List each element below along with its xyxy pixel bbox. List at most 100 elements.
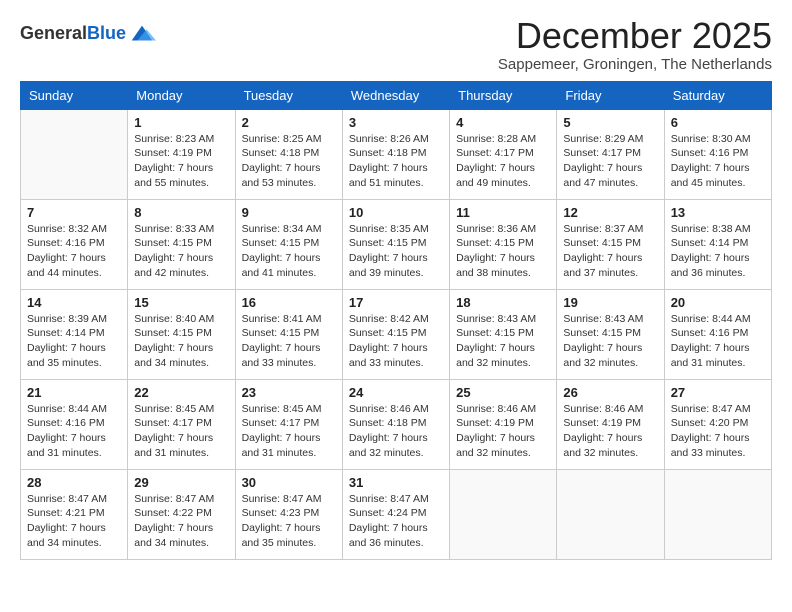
day-number: 29 <box>134 475 228 490</box>
logo-icon <box>128 20 156 48</box>
day-info: Sunrise: 8:44 AMSunset: 4:16 PMDaylight:… <box>671 312 765 371</box>
calendar-cell: 3Sunrise: 8:26 AMSunset: 4:18 PMDaylight… <box>342 109 449 199</box>
calendar-cell: 19 Sunrise: 8:43 AMSunset: 4:15 PMDayligh… <box>557 289 664 379</box>
day-number: 26 <box>563 385 657 400</box>
day-info: Sunrise: 8:46 AMSunset: 4:19 PMDaylight:… <box>456 402 550 461</box>
calendar-cell: 27 Sunrise: 8:47 AMSunset: 4:20 PMDayligh… <box>664 379 771 469</box>
day-number: 15 <box>134 295 228 310</box>
day-info: Sunrise: 8:46 AMSunset: 4:19 PMDaylight:… <box>563 402 657 461</box>
day-info: Sunrise: 8:40 AMSunset: 4:15 PMDaylight:… <box>134 312 228 371</box>
calendar-week-4: 21 Sunrise: 8:44 AMSunset: 4:16 PMDayligh… <box>21 379 772 469</box>
day-number: 9 <box>242 205 336 220</box>
calendar-cell <box>450 469 557 559</box>
calendar-cell: 23Sunrise: 8:45 AMSunset: 4:17 PMDayligh… <box>235 379 342 469</box>
calendar-cell: 6Sunrise: 8:30 AMSunset: 4:16 PMDaylight… <box>664 109 771 199</box>
day-info: Sunrise: 8:47 AMSunset: 4:21 PMDaylight:… <box>27 492 121 551</box>
weekday-header-sunday: Sunday <box>21 81 128 109</box>
calendar-cell: 20 Sunrise: 8:44 AMSunset: 4:16 PMDayligh… <box>664 289 771 379</box>
day-info: Sunrise: 8:44 AMSunset: 4:16 PMDaylight:… <box>27 402 121 461</box>
calendar-cell: 26 Sunrise: 8:46 AMSunset: 4:19 PMDayligh… <box>557 379 664 469</box>
day-number: 10 <box>349 205 443 220</box>
day-info: Sunrise: 8:45 AMSunset: 4:17 PMDaylight:… <box>134 402 228 461</box>
day-info: Sunrise: 8:26 AMSunset: 4:18 PMDaylight:… <box>349 132 443 191</box>
logo: GeneralBlue <box>20 20 156 48</box>
calendar-cell: 8 Sunrise: 8:33 AMSunset: 4:15 PMDaylight… <box>128 199 235 289</box>
day-number: 31 <box>349 475 443 490</box>
logo-general-text: General <box>20 23 87 43</box>
calendar-cell: 16 Sunrise: 8:41 AMSunset: 4:15 PMDayligh… <box>235 289 342 379</box>
calendar-cell: 4 Sunrise: 8:28 AMSunset: 4:17 PMDaylight… <box>450 109 557 199</box>
day-info: Sunrise: 8:38 AMSunset: 4:14 PMDaylight:… <box>671 222 765 281</box>
day-info: Sunrise: 8:37 AMSunset: 4:15 PMDaylight:… <box>563 222 657 281</box>
calendar-cell: 11Sunrise: 8:36 AMSunset: 4:15 PMDayligh… <box>450 199 557 289</box>
calendar-cell <box>664 469 771 559</box>
location-subtitle: Sappemeer, Groningen, The Netherlands <box>498 56 772 73</box>
day-number: 25 <box>456 385 550 400</box>
day-info: Sunrise: 8:36 AMSunset: 4:15 PMDaylight:… <box>456 222 550 281</box>
day-info: Sunrise: 8:47 AMSunset: 4:23 PMDaylight:… <box>242 492 336 551</box>
calendar-cell: 17 Sunrise: 8:42 AMSunset: 4:15 PMDayligh… <box>342 289 449 379</box>
day-number: 20 <box>671 295 765 310</box>
month-title: December 2025 <box>498 16 772 56</box>
calendar-cell: 2 Sunrise: 8:25 AMSunset: 4:18 PMDaylight… <box>235 109 342 199</box>
day-info: Sunrise: 8:47 AMSunset: 4:20 PMDaylight:… <box>671 402 765 461</box>
calendar-cell: 14Sunrise: 8:39 AMSunset: 4:14 PMDayligh… <box>21 289 128 379</box>
calendar-cell: 30Sunrise: 8:47 AMSunset: 4:23 PMDayligh… <box>235 469 342 559</box>
logo-blue-text: Blue <box>87 23 126 43</box>
day-info: Sunrise: 8:47 AMSunset: 4:24 PMDaylight:… <box>349 492 443 551</box>
day-number: 5 <box>563 115 657 130</box>
day-number: 19 <box>563 295 657 310</box>
day-number: 28 <box>27 475 121 490</box>
day-number: 4 <box>456 115 550 130</box>
day-number: 16 <box>242 295 336 310</box>
day-number: 1 <box>134 115 228 130</box>
day-number: 12 <box>563 205 657 220</box>
calendar-cell: 31 Sunrise: 8:47 AMSunset: 4:24 PMDayligh… <box>342 469 449 559</box>
day-info: Sunrise: 8:41 AMSunset: 4:15 PMDaylight:… <box>242 312 336 371</box>
day-number: 2 <box>242 115 336 130</box>
day-number: 6 <box>671 115 765 130</box>
calendar-cell: 13 Sunrise: 8:38 AMSunset: 4:14 PMDayligh… <box>664 199 771 289</box>
weekday-header-monday: Monday <box>128 81 235 109</box>
calendar-cell: 7 Sunrise: 8:32 AMSunset: 4:16 PMDaylight… <box>21 199 128 289</box>
day-info: Sunrise: 8:42 AMSunset: 4:15 PMDaylight:… <box>349 312 443 371</box>
calendar-cell: 10 Sunrise: 8:35 AMSunset: 4:15 PMDayligh… <box>342 199 449 289</box>
weekday-header-tuesday: Tuesday <box>235 81 342 109</box>
page-header: GeneralBlue December 2025 Sappemeer, Gro… <box>20 16 772 73</box>
title-block: December 2025 Sappemeer, Groningen, The … <box>498 16 772 73</box>
day-number: 17 <box>349 295 443 310</box>
calendar-cell: 22Sunrise: 8:45 AMSunset: 4:17 PMDayligh… <box>128 379 235 469</box>
calendar-cell: 21 Sunrise: 8:44 AMSunset: 4:16 PMDayligh… <box>21 379 128 469</box>
calendar-week-3: 14Sunrise: 8:39 AMSunset: 4:14 PMDayligh… <box>21 289 772 379</box>
calendar-cell: 12 Sunrise: 8:37 AMSunset: 4:15 PMDayligh… <box>557 199 664 289</box>
calendar-cell: 1 Sunrise: 8:23 AMSunset: 4:19 PMDaylight… <box>128 109 235 199</box>
calendar-week-1: 1 Sunrise: 8:23 AMSunset: 4:19 PMDaylight… <box>21 109 772 199</box>
calendar-table: SundayMondayTuesdayWednesdayThursdayFrid… <box>20 81 772 560</box>
weekday-header-friday: Friday <box>557 81 664 109</box>
day-info: Sunrise: 8:43 AMSunset: 4:15 PMDaylight:… <box>563 312 657 371</box>
day-info: Sunrise: 8:33 AMSunset: 4:15 PMDaylight:… <box>134 222 228 281</box>
day-number: 21 <box>27 385 121 400</box>
day-number: 27 <box>671 385 765 400</box>
calendar-cell: 24Sunrise: 8:46 AMSunset: 4:18 PMDayligh… <box>342 379 449 469</box>
day-info: Sunrise: 8:43 AMSunset: 4:15 PMDaylight:… <box>456 312 550 371</box>
day-info: Sunrise: 8:46 AMSunset: 4:18 PMDaylight:… <box>349 402 443 461</box>
weekday-header-thursday: Thursday <box>450 81 557 109</box>
day-number: 7 <box>27 205 121 220</box>
day-info: Sunrise: 8:47 AMSunset: 4:22 PMDaylight:… <box>134 492 228 551</box>
calendar-cell: 18 Sunrise: 8:43 AMSunset: 4:15 PMDayligh… <box>450 289 557 379</box>
weekday-header-saturday: Saturday <box>664 81 771 109</box>
calendar-cell: 15 Sunrise: 8:40 AMSunset: 4:15 PMDayligh… <box>128 289 235 379</box>
day-number: 18 <box>456 295 550 310</box>
calendar-cell: 29 Sunrise: 8:47 AMSunset: 4:22 PMDayligh… <box>128 469 235 559</box>
day-info: Sunrise: 8:25 AMSunset: 4:18 PMDaylight:… <box>242 132 336 191</box>
calendar-header-row: SundayMondayTuesdayWednesdayThursdayFrid… <box>21 81 772 109</box>
day-info: Sunrise: 8:35 AMSunset: 4:15 PMDaylight:… <box>349 222 443 281</box>
day-number: 13 <box>671 205 765 220</box>
calendar-cell: 25 Sunrise: 8:46 AMSunset: 4:19 PMDayligh… <box>450 379 557 469</box>
day-number: 8 <box>134 205 228 220</box>
day-info: Sunrise: 8:45 AMSunset: 4:17 PMDaylight:… <box>242 402 336 461</box>
day-info: Sunrise: 8:23 AMSunset: 4:19 PMDaylight:… <box>134 132 228 191</box>
day-info: Sunrise: 8:32 AMSunset: 4:16 PMDaylight:… <box>27 222 121 281</box>
day-info: Sunrise: 8:28 AMSunset: 4:17 PMDaylight:… <box>456 132 550 191</box>
